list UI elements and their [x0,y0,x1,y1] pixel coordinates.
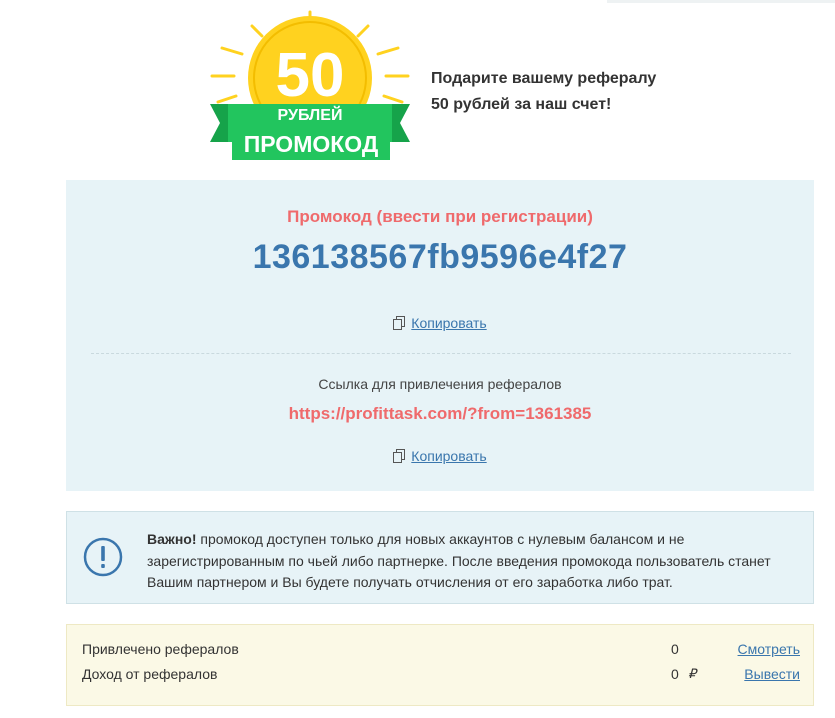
badge-ribbon-text: ПРОМОКОД [244,131,379,157]
divider [91,353,791,354]
copy-referral-button[interactable]: Копировать [66,448,814,464]
promo-code-value: 136138567fb9596e4f27 [252,238,628,276]
stats-row-referrals: Привлечено рефералов 0 Смотреть [67,641,813,665]
promo-code-label: Промокод (ввести при регистрации) [287,207,593,226]
promo-headline: Подарите вашему рефералу 50 рублей за на… [431,66,731,118]
referrals-count: 0 [671,641,679,657]
income-label: Доход от рефералов [82,666,218,682]
copy-referral-link[interactable]: Копировать [411,448,486,464]
exclamation-circle-icon [83,537,123,577]
copy-promo-button[interactable]: Копировать [66,315,814,331]
copy-icon [393,316,406,330]
stats-row-income: Доход от рефералов 0 ₽ Вывести [67,666,813,690]
top-border [607,0,835,3]
badge-amount: 50 [276,41,345,110]
copy-promo-link[interactable]: Копировать [411,315,486,331]
notice-body: промокод доступен только для новых аккау… [147,531,771,590]
badge-currency: РУБЛЕЙ [278,105,343,124]
income-value: 0 [671,666,679,682]
referrals-label: Привлечено рефералов [82,641,239,657]
referral-link-value: https://profittask.com/?from=1361385 [288,404,592,423]
promo-badge: 50 РУБЛЕЙ ПРОМОКОД [210,10,410,160]
notice-text: Важно! промокод доступен только для новы… [147,529,797,594]
ruble-icon: ₽ [688,666,697,681]
promo-panel: Промокод (ввести при регистрации) 136138… [66,180,814,491]
promo-headline-line1: Подарите вашему рефералу [431,70,657,87]
view-referrals-link[interactable]: Смотреть [738,641,800,657]
important-notice: Важно! промокод доступен только для новы… [66,511,814,604]
promo-headline-line2: 50 рублей за наш счет! [431,96,612,113]
referral-link-label: Ссылка для привлечения рефералов [318,376,562,392]
notice-strong: Важно! [147,531,197,547]
copy-icon [393,449,406,463]
referral-stats: Привлечено рефералов 0 Смотреть Доход от… [66,624,814,706]
withdraw-link[interactable]: Вывести [744,666,800,682]
